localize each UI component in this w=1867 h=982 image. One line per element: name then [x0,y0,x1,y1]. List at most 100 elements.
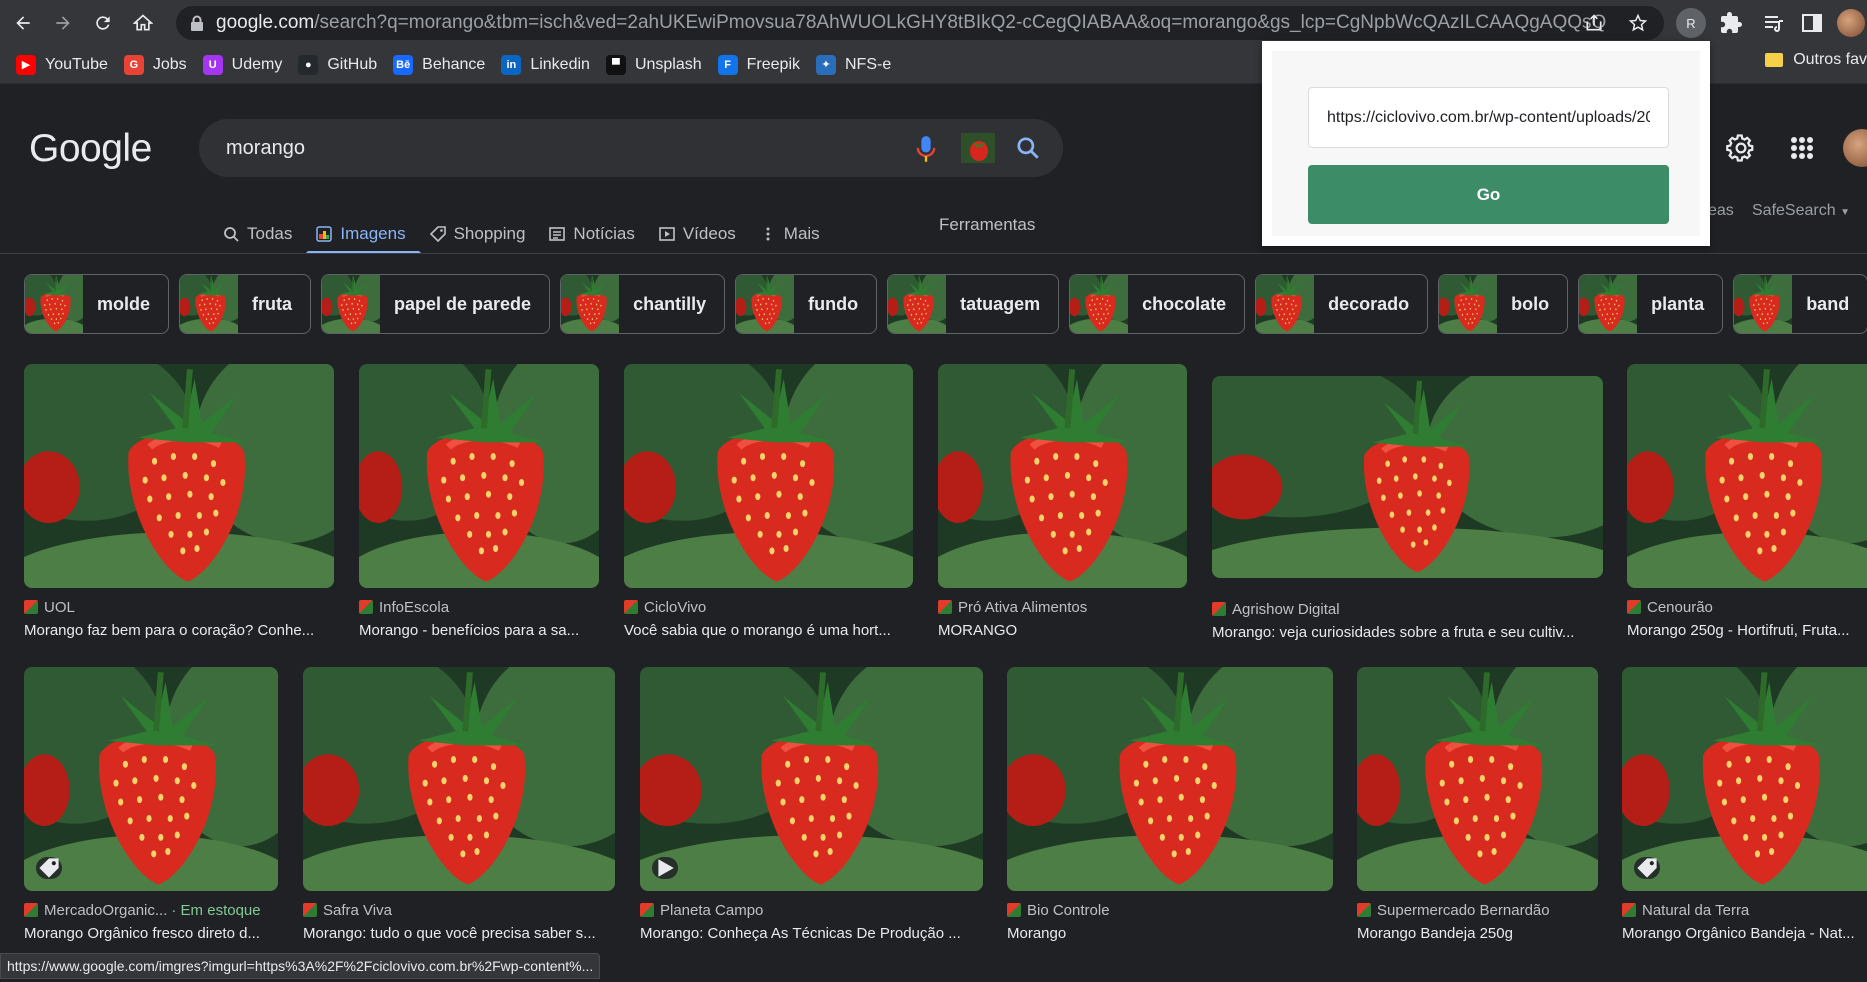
result-thumbnail[interactable] [640,667,983,891]
image-result[interactable]: Agrishow Digital Morango: veja curiosida… [1212,376,1603,641]
popup-url-input[interactable] [1308,87,1669,148]
result-title[interactable]: Morango Orgânico Bandeja - Nat... [1622,925,1867,942]
tab-todas[interactable]: Todas [223,208,292,254]
extensions-puzzle-icon[interactable] [1719,11,1743,35]
result-source[interactable]: Bio Controle [1007,901,1333,919]
result-title[interactable]: Você sabia que o morango é uma hort... [624,622,913,639]
chip-fruta[interactable]: fruta [179,274,312,334]
bookmark-nfs-e[interactable]: ✦ NFS-e [812,51,901,79]
result-source[interactable]: UOL [24,598,334,616]
image-result[interactable]: Safra Viva Morango: tudo o que você prec… [303,667,615,942]
bookmark-freepik[interactable]: F Freepik [714,51,810,79]
image-result[interactable]: MercadoOrganic... · Em estoque Morango Or… [24,667,278,942]
chip-fundo[interactable]: fundo [735,274,878,334]
tab-noticias[interactable]: Notícias [549,208,635,254]
result-thumbnail[interactable] [24,364,334,588]
chip-planta[interactable]: planta [1578,274,1724,334]
result-source[interactable]: Natural da Terra [1622,901,1867,919]
search-icon[interactable] [1015,135,1041,161]
chip-bolo[interactable]: bolo [1438,274,1569,334]
result-source[interactable]: Cenourão [1627,598,1867,616]
chip-papel-de-parede[interactable]: papel de parede [321,274,551,334]
chip-band[interactable]: band [1733,274,1867,334]
result-thumbnail[interactable] [1627,364,1867,588]
home-button[interactable] [126,6,160,40]
reload-button[interactable] [86,6,120,40]
google-apps-icon[interactable] [1791,137,1813,159]
result-source[interactable]: Safra Viva [303,901,615,919]
microphone-icon[interactable] [915,135,937,163]
reading-list-icon[interactable] [1762,11,1786,35]
bookmark-unsplash[interactable]: ▀ Unsplash [602,51,712,79]
result-title[interactable]: Morango faz bem para o coração? Conhe... [24,622,334,639]
chip-chocolate[interactable]: chocolate [1069,274,1246,334]
bookmark-github[interactable]: ● GitHub [294,51,387,79]
result-title[interactable]: Morango Orgânico fresco direto d... [24,925,278,942]
chip-tatuagem[interactable]: tatuagem [887,274,1060,334]
browser-profile-avatar[interactable] [1837,9,1865,37]
go-button[interactable]: Go [1308,165,1669,224]
result-thumbnail[interactable] [303,667,615,891]
image-result[interactable]: Natural da Terra Morango Orgânico Bandej… [1622,667,1867,942]
result-source[interactable]: Planeta Campo [640,901,983,919]
bookmark-behance[interactable]: Bē Behance [389,51,495,79]
forward-button[interactable] [46,6,80,40]
result-title[interactable]: Morango: Conheça As Técnicas De Produção… [640,925,983,942]
result-source[interactable]: Supermercado Bernardão [1357,901,1598,919]
address-bar[interactable]: google.com/search?q=morango&tbm=isch&ved… [176,6,1664,40]
tab-shopping[interactable]: Shopping [429,208,525,254]
image-result[interactable]: InfoEscola Morango - benefícios para a s… [359,364,599,639]
account-avatar[interactable] [1843,129,1867,167]
image-result[interactable]: Bio Controle Morango [1007,667,1333,942]
result-title[interactable]: Morango: veja curiosidades sobre a fruta… [1212,624,1603,641]
extension-r-icon[interactable]: R [1676,8,1706,38]
result-thumbnail[interactable] [24,667,278,891]
bookmark-jobs[interactable]: G Jobs [120,51,197,79]
chip-chantilly[interactable]: chantilly [560,274,726,334]
result-source[interactable]: CicloVivo [624,598,913,616]
chip-decorado[interactable]: decorado [1255,274,1429,334]
back-button[interactable] [6,6,40,40]
result-source[interactable]: MercadoOrganic... · Em estoque [24,901,278,919]
image-result[interactable]: Pró Ativa Alimentos MORANGO [938,364,1187,639]
tab-videos[interactable]: Vídeos [659,208,736,254]
result-title[interactable]: Morango - benefícios para a sa... [359,622,599,639]
result-thumbnail[interactable] [1622,667,1867,891]
image-result[interactable]: Cenourão Morango 250g - Hortifruti, Frut… [1627,364,1867,639]
result-thumbnail[interactable] [359,364,599,588]
chip-molde[interactable]: molde [24,274,170,334]
result-title[interactable]: Morango 250g - Hortifruti, Fruta... [1627,622,1867,639]
strawberry-thumbnail-icon[interactable] [961,133,995,163]
tab-imagens[interactable]: Imagens [306,208,421,254]
bookmark-linkedin[interactable]: in Linkedin [497,51,600,79]
result-thumbnail[interactable] [1357,667,1598,891]
side-panel-icon[interactable] [1800,11,1824,35]
search-box[interactable]: morango [199,119,1063,177]
safesearch-button[interactable]: SafeSearch ▼ [1752,202,1850,220]
result-thumbnail[interactable] [938,364,1187,588]
bookmark-udemy[interactable]: U Udemy [199,51,293,79]
result-title[interactable]: MORANGO [938,622,1187,639]
result-source[interactable]: Pró Ativa Alimentos [938,598,1187,616]
other-bookmarks-folder[interactable]: Outros fav [1765,51,1867,69]
result-thumbnail[interactable] [624,364,913,588]
result-title[interactable]: Morango: tudo o que você precisa saber s… [303,925,615,942]
result-source[interactable]: InfoEscola [359,598,599,616]
tools-button[interactable]: Ferramentas [939,215,1035,235]
bookmark-youtube[interactable]: ▶ YouTube [12,51,118,79]
google-logo[interactable]: Google [29,127,152,171]
settings-gear-icon[interactable] [1726,133,1756,163]
result-title[interactable]: Morango [1007,925,1333,942]
result-source[interactable]: Agrishow Digital [1212,600,1603,618]
partial-header-link[interactable]: eas [1708,202,1734,220]
tab-mais[interactable]: Mais [760,208,820,254]
bookmark-star-icon[interactable] [1628,13,1648,33]
result-title[interactable]: Morango Bandeja 250g [1357,925,1598,942]
image-result[interactable]: UOL Morango faz bem para o coração? Conh… [24,364,334,639]
search-input[interactable]: morango [226,137,305,160]
url-text[interactable]: google.com/search?q=morango&tbm=isch&ved… [216,12,1606,34]
share-icon[interactable] [1584,13,1604,33]
image-result[interactable]: Supermercado Bernardão Morango Bandeja 2… [1357,667,1598,942]
image-result[interactable]: CicloVivo Você sabia que o morango é uma… [624,364,913,639]
result-thumbnail[interactable] [1212,376,1603,578]
